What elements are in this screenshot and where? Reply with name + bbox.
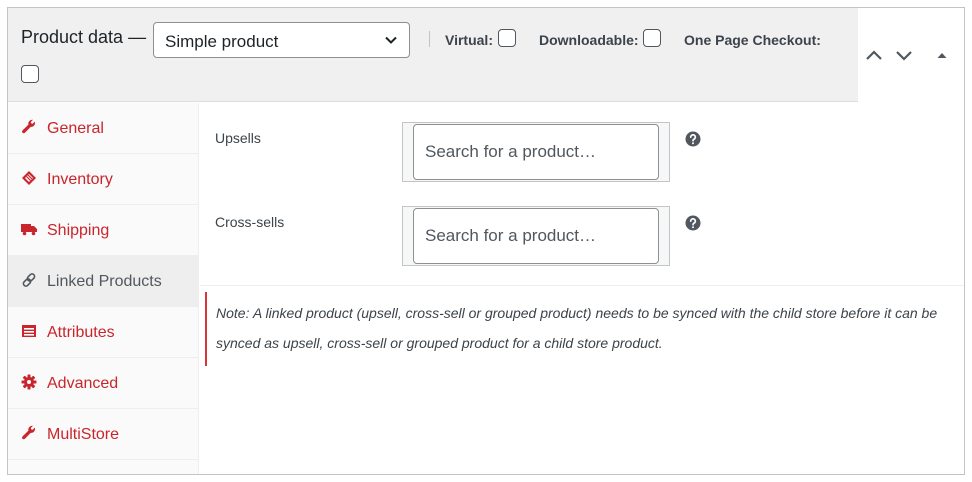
product-type-value: Simple product — [165, 32, 279, 51]
upsells-label: Upsells — [215, 130, 261, 146]
product-data-header: Product data — Simple product Virtual: D… — [8, 8, 858, 102]
tab-multistore[interactable]: MultiStore — [8, 409, 199, 460]
triangle-up-icon[interactable] — [931, 44, 953, 66]
product-data-panel: Product data — Simple product Virtual: D… — [7, 7, 965, 475]
tab-general[interactable]: General — [8, 103, 199, 154]
virtual-label: Virtual: — [445, 32, 493, 48]
chevron-down-icon — [385, 36, 397, 44]
panel-title: Product data — — [21, 27, 147, 47]
tab-linked-products[interactable]: Linked Products — [8, 256, 199, 307]
tag-icon — [22, 171, 36, 185]
chevron-down-icon[interactable] — [893, 44, 915, 66]
help-tip-icon[interactable] — [685, 215, 701, 231]
cross-sells-label: Cross-sells — [215, 214, 285, 230]
chevron-up-icon[interactable] — [863, 44, 885, 66]
tab-label: General — [47, 120, 104, 137]
sync-note: Note: A linked product (upsell, cross-se… — [216, 305, 938, 351]
product-data-tabs: General Inventory Shipping Linked Produc… — [8, 103, 199, 474]
tab-shipping[interactable]: Shipping — [8, 205, 199, 256]
tab-inventory[interactable]: Inventory — [8, 154, 199, 205]
tab-label: Linked Products — [47, 273, 162, 290]
section-divider — [200, 285, 964, 286]
truck-icon — [21, 224, 37, 236]
tab-label: Advanced — [47, 375, 119, 392]
panel-handle-actions — [858, 8, 964, 102]
upsells-select-wrap — [402, 122, 670, 182]
tab-advanced[interactable]: Advanced — [8, 358, 199, 409]
wrench-icon — [22, 119, 36, 134]
list-icon — [22, 325, 36, 337]
tab-label: Shipping — [47, 222, 110, 239]
tab-attributes[interactable]: Attributes — [8, 307, 199, 358]
cross-sells-search-input[interactable] — [413, 208, 659, 264]
one-page-checkout-checkbox[interactable] — [21, 65, 39, 83]
upsells-search-input[interactable] — [413, 124, 659, 180]
cross-sells-select-wrap — [402, 206, 670, 266]
one-page-checkout-label: One Page Checkout: — [684, 32, 821, 48]
gear-icon — [21, 374, 37, 390]
help-tip-icon[interactable] — [685, 131, 701, 147]
virtual-checkbox[interactable] — [498, 29, 516, 47]
header-divider — [429, 31, 430, 47]
tab-label: MultiStore — [47, 426, 120, 443]
downloadable-checkbox[interactable] — [643, 29, 661, 47]
product-type-select[interactable]: Simple product — [153, 22, 410, 58]
tab-label: Attributes — [47, 324, 115, 341]
tab-label: Inventory — [47, 171, 113, 188]
link-icon — [22, 273, 36, 287]
note-accent-bar — [205, 292, 207, 366]
wrench-icon — [22, 425, 36, 440]
downloadable-label: Downloadable: — [539, 32, 639, 48]
